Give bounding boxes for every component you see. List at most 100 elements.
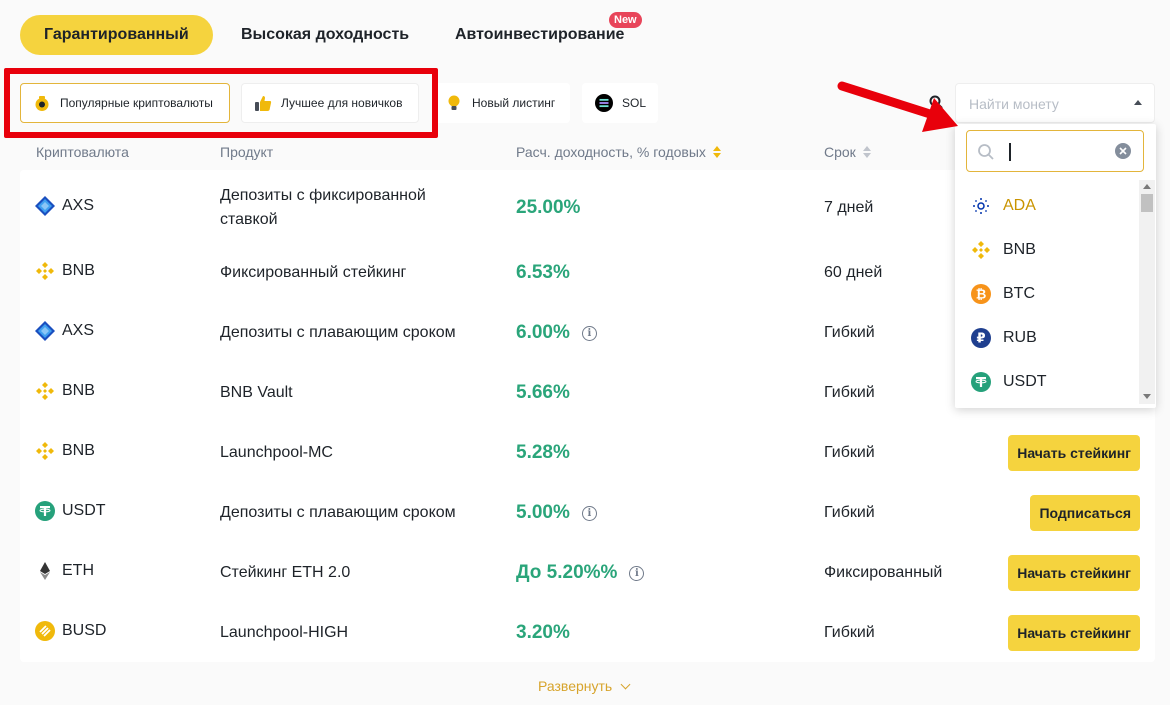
term-value: Гибкий (824, 504, 875, 521)
highlight-annotation (4, 68, 438, 138)
start-staking-button[interactable]: Начать стейкинг (1008, 555, 1140, 591)
dropdown-item[interactable]: ADA (971, 194, 1036, 218)
bnb-icon (971, 240, 991, 260)
term-value: 7 дней (824, 199, 874, 216)
term-value: Гибкий (824, 324, 875, 341)
sort-icon (862, 146, 871, 158)
coin-name: USDT (62, 502, 106, 519)
apy-value: 6.53% (516, 262, 570, 283)
product-name: Депозиты с плавающим сроком (220, 324, 456, 341)
apy-value: 6.00% (516, 322, 570, 343)
expand-label: Развернуть (538, 678, 613, 694)
chevron-down-icon (620, 679, 631, 689)
dropdown-scrollbar[interactable] (1139, 180, 1155, 404)
scroll-down-icon[interactable] (1143, 394, 1151, 399)
expand-button[interactable]: Развернуть (538, 678, 631, 694)
dropdown-item-label: USDT (1003, 373, 1047, 390)
apy-value: До 5.20%% (516, 562, 618, 583)
col-header-product: Продукт (220, 144, 274, 160)
scroll-thumb[interactable] (1141, 194, 1153, 212)
product-name: Launchpool-MC (220, 444, 333, 461)
dropdown-item-label: BTC (1003, 285, 1035, 302)
start-staking-button[interactable]: Начать стейкинг (1008, 615, 1140, 651)
term-value: 60 дней (824, 264, 883, 281)
btc-icon: ₿ (971, 284, 991, 304)
apy-value: 3.20% (516, 622, 570, 643)
product-name: Стейкинг ETH 2.0 (220, 564, 351, 581)
subscribe-button[interactable]: Подписаться (1030, 495, 1140, 531)
table-row[interactable]: BNB Launchpool-MC 5.28% Гибкий Начать ст… (20, 423, 1155, 483)
bnb-icon (35, 381, 55, 401)
bnb-icon (35, 441, 55, 461)
apy-value: 5.66% (516, 382, 570, 403)
term-value: Гибкий (824, 384, 875, 401)
coin-search-select[interactable]: Найти монету (955, 83, 1155, 123)
info-icon[interactable]: i (581, 325, 597, 341)
coin-name: ETH (62, 562, 94, 579)
search-icon (977, 143, 995, 166)
scroll-up-icon[interactable] (1143, 184, 1151, 189)
info-icon[interactable]: i (581, 505, 597, 521)
ada-icon (971, 196, 991, 216)
dropdown-item[interactable]: ₽ RUB (971, 326, 1037, 350)
apy-value: 5.00% (516, 502, 570, 523)
product-name: Депозиты с фиксированной ставкой (220, 187, 426, 228)
chip-label: Новый листинг (472, 96, 556, 110)
product-name: Фиксированный стейкинг (220, 264, 407, 281)
tab-auto-invest[interactable]: Автоинвестирование (455, 15, 624, 55)
usdt-icon (971, 372, 991, 392)
product-name: Launchpool-HIGH (220, 624, 349, 641)
chip-sol[interactable]: SOL (582, 83, 658, 123)
dropdown-item[interactable]: ₿ BTC (971, 282, 1035, 306)
col-header-term[interactable]: Срок (824, 144, 871, 160)
info-icon[interactable]: i (629, 565, 645, 581)
chip-new-listing[interactable]: Новый листинг (432, 83, 570, 123)
coin-name: AXS (62, 322, 95, 339)
dropdown-item-label: RUB (1003, 329, 1037, 346)
tab-guaranteed[interactable]: Гарантированный (20, 15, 213, 55)
dropdown-item[interactable]: USDT (971, 370, 1047, 394)
sort-icon (712, 146, 721, 158)
dropdown-item-label: BNB (1003, 241, 1036, 258)
text-cursor (1009, 143, 1011, 161)
chip-label: SOL (622, 96, 647, 110)
busd-icon (35, 621, 55, 641)
coin-name: AXS (62, 197, 95, 214)
product-name: BNB Vault (220, 384, 293, 401)
annotation-arrow-icon (837, 81, 958, 132)
axs-icon (35, 196, 55, 216)
table-row[interactable]: ETH Стейкинг ETH 2.0 До 5.20%% i Фиксиров… (20, 543, 1155, 603)
eth-icon (35, 561, 55, 581)
coin-name: BNB (62, 262, 95, 279)
apy-cell: 5.00% i (516, 502, 597, 524)
apy-cell: 6.00% i (516, 322, 597, 344)
bnb-icon (35, 261, 55, 281)
col-header-crypto: Криптовалюта (36, 144, 129, 160)
term-value: Гибкий (824, 624, 875, 641)
svg-text:₽: ₽ (976, 332, 985, 347)
dropdown-search-input[interactable] (966, 130, 1144, 172)
sol-icon (595, 94, 613, 112)
apy-value: 25.00% (516, 197, 581, 218)
table-row[interactable]: USDT Депозиты с плавающим сроком 5.00% i … (20, 483, 1155, 543)
apy-value: 5.28% (516, 442, 570, 463)
rub-icon: ₽ (971, 328, 991, 348)
start-staking-button[interactable]: Начать стейкинг (1008, 435, 1140, 471)
search-placeholder: Найти монету (969, 96, 1059, 112)
coin-name: BNB (62, 442, 95, 459)
coin-name: BNB (62, 382, 95, 399)
svg-text:₿: ₿ (976, 288, 987, 303)
tab-high-yield[interactable]: Высокая доходность (241, 15, 409, 55)
apy-cell: До 5.20%% i (516, 562, 645, 584)
clear-icon[interactable] (1115, 143, 1131, 164)
product-name: Депозиты с плавающим сроком (220, 504, 456, 521)
coin-dropdown: ADA BNB ₿ BTC ₽ RUB USDT (955, 124, 1156, 408)
lightbulb-icon (445, 94, 463, 112)
col-header-apy[interactable]: Расч. доходность, % годовых (516, 144, 721, 160)
table-row[interactable]: BUSD Launchpool-HIGH 3.20% Гибкий Начать… (20, 603, 1155, 663)
term-value: Фиксированный (824, 564, 943, 581)
new-badge: New (609, 12, 642, 28)
dropdown-item-label: ADA (1003, 197, 1036, 214)
dropdown-item[interactable]: BNB (971, 238, 1036, 262)
caret-up-icon (1134, 100, 1142, 105)
